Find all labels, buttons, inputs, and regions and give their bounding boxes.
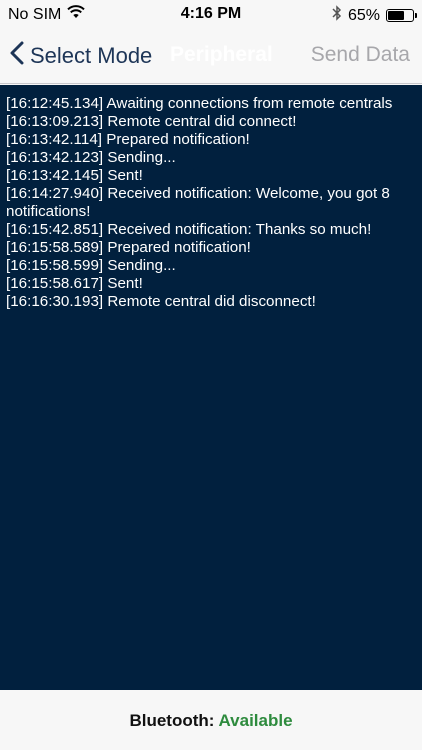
log-line: [16:13:42.123] Sending... [6, 149, 176, 166]
log-text-view[interactable]: [16:12:45.134] Awaiting connections from… [0, 85, 422, 690]
battery-icon [386, 9, 417, 22]
navigation-bar: Select Mode Peripheral Send Data [0, 30, 422, 84]
log-line: [16:12:45.134] Awaiting connections from… [6, 95, 393, 112]
chevron-left-icon [10, 41, 24, 71]
bluetooth-icon [332, 5, 342, 26]
back-button[interactable]: Select Mode [10, 41, 152, 71]
log-line: [16:15:58.617] Sent! [6, 275, 143, 292]
log-line: [16:16:30.193] Remote central did discon… [6, 293, 316, 310]
bluetooth-status: Available [218, 711, 293, 730]
back-button-label: Select Mode [30, 43, 153, 68]
log-line: [16:15:58.599] Sending... [6, 257, 176, 274]
bluetooth-status-bar: Bluetooth: Available [0, 690, 422, 750]
log-line: [16:14:27.940] Received notification: We… [6, 185, 390, 220]
status-right: 65% [332, 5, 417, 26]
log-line: [16:15:42.851] Received notification: Th… [6, 221, 372, 238]
bluetooth-label: Bluetooth: [129, 711, 215, 730]
send-data-button[interactable]: Send Data [311, 43, 410, 67]
battery-fill [388, 11, 404, 20]
battery-percent: 65% [347, 6, 380, 24]
screen: No SIM 4:16 PM 65% Select Mode Periphera… [0, 0, 422, 750]
log-line: [16:13:42.114] Prepared notification! [6, 131, 250, 148]
log-line: [16:13:09.213] Remote central did connec… [6, 113, 297, 130]
status-bar: No SIM 4:16 PM 65% [0, 0, 422, 30]
nav-title: Peripheral [170, 43, 273, 66]
log-line: [16:15:58.589] Prepared notification! [6, 239, 251, 256]
log-line: [16:13:42.145] Sent! [6, 167, 143, 184]
